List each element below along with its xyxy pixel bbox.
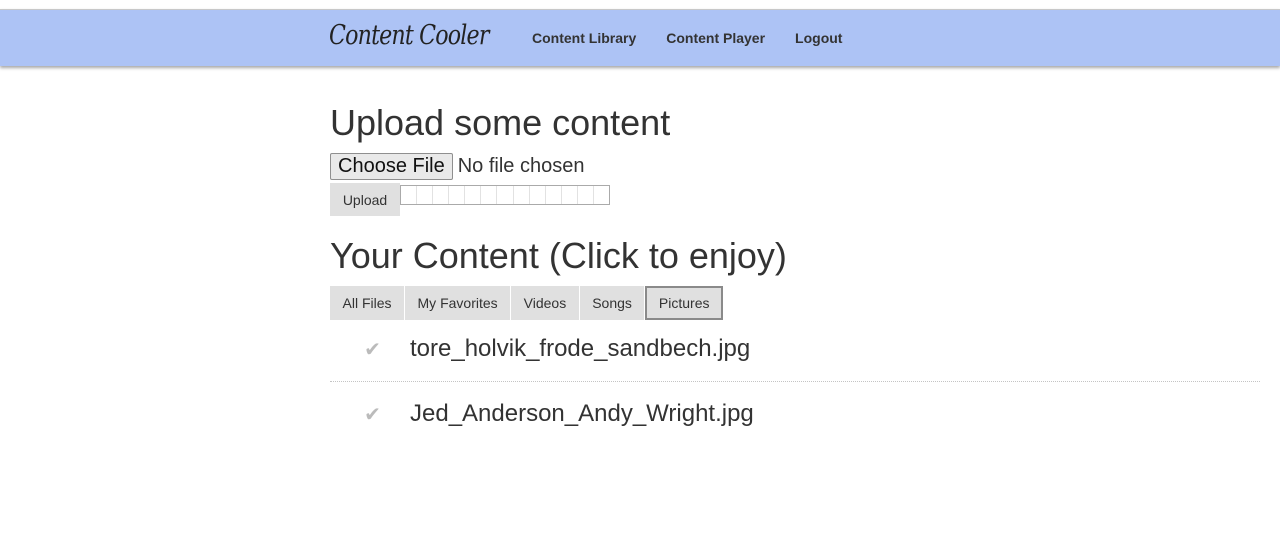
tab-all-files[interactable]: All Files [330, 286, 405, 320]
checkmark-icon[interactable]: ✔ [330, 337, 410, 362]
tab-songs[interactable]: Songs [579, 286, 645, 320]
upload-row: Upload [330, 183, 610, 216]
content-tabs: All Files My Favorites Videos Songs Pict… [330, 286, 724, 320]
content-heading: Your Content (Click to enjoy) [330, 235, 787, 276]
file-input: Choose File No file chosen [330, 153, 584, 180]
list-item[interactable]: ✔ Jed_Anderson_Andy_Wright.jpg [330, 382, 1260, 446]
file-name[interactable]: tore_holvik_frode_sandbech.jpg [410, 335, 750, 363]
file-status-text: No file chosen [457, 155, 585, 177]
checkmark-icon[interactable]: ✔ [330, 402, 410, 427]
upload-progress-bar [400, 185, 610, 205]
nav-logout[interactable]: Logout [780, 30, 857, 46]
navbar: Content Cooler Content Library Content P… [0, 9, 1280, 66]
tab-pictures[interactable]: Pictures [645, 286, 723, 320]
tab-videos[interactable]: Videos [511, 286, 579, 320]
list-item[interactable]: ✔ tore_holvik_frode_sandbech.jpg [330, 317, 1260, 381]
tab-my-favorites[interactable]: My Favorites [405, 286, 511, 320]
top-gap [0, 0, 1280, 9]
nav-content-player[interactable]: Content Player [651, 30, 780, 46]
choose-file-button[interactable]: Choose File [330, 153, 453, 180]
file-list: ✔ tore_holvik_frode_sandbech.jpg ✔ Jed_A… [330, 317, 1260, 446]
upload-button[interactable]: Upload [330, 183, 400, 216]
nav-links: Content Library Content Player Logout [517, 10, 857, 66]
brand-logo[interactable]: Content Cooler [329, 20, 489, 51]
file-name[interactable]: Jed_Anderson_Andy_Wright.jpg [410, 400, 754, 428]
nav-content-library[interactable]: Content Library [517, 30, 651, 46]
upload-heading: Upload some content [330, 102, 671, 143]
